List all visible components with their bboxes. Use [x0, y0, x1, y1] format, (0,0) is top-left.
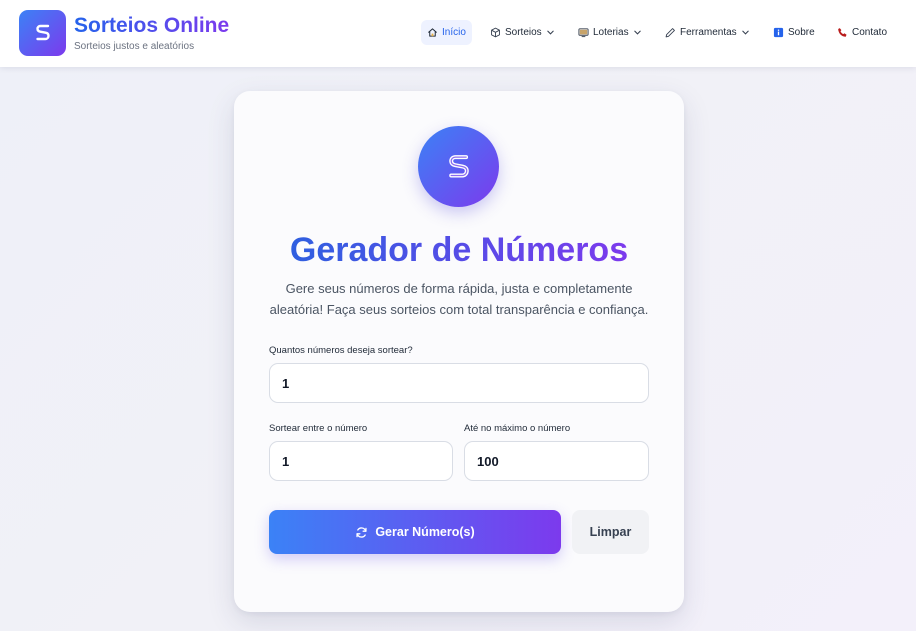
quantity-input[interactable] — [269, 363, 649, 403]
main-nav: Início Sorteios Loterias Ferramentas Sob… — [0, 20, 916, 45]
refresh-icon — [356, 526, 367, 538]
generate-button-label: Gerar Número(s) — [375, 525, 475, 539]
nav-item-label: Sobre — [788, 27, 815, 38]
nav-item-sorteios[interactable]: Sorteios — [484, 20, 561, 45]
s-logo-icon — [448, 154, 469, 177]
nav-item-inicio[interactable]: Início — [421, 20, 472, 45]
page-description: Gere seus números de forma rápida, justa… — [269, 281, 649, 317]
nav-item-label: Ferramentas — [680, 27, 737, 38]
clear-button[interactable]: Limpar — [572, 510, 649, 554]
nav-item-label: Início — [442, 27, 466, 38]
nav-item-contato[interactable]: Contato — [831, 20, 893, 45]
generator-card: Gerador de Números Gere seus números de … — [234, 91, 684, 612]
chevron-down-icon — [741, 30, 749, 35]
site-header: Sorteios Online Sorteios justos e aleató… — [0, 0, 916, 67]
quantity-label: Quantos números deseja sortear? — [269, 345, 413, 356]
monitor-icon — [578, 28, 589, 38]
min-number-label: Sortear entre o número — [269, 423, 368, 434]
min-number-input[interactable] — [269, 441, 453, 481]
nav-item-label: Loterias — [593, 27, 629, 38]
chevron-down-icon — [546, 30, 554, 35]
home-icon — [428, 28, 437, 37]
card-logo — [418, 126, 499, 207]
nav-item-loterias[interactable]: Loterias — [572, 20, 648, 45]
cube-icon — [491, 27, 500, 38]
nav-item-label: Sorteios — [505, 27, 542, 38]
phone-icon — [838, 28, 847, 37]
nav-item-ferramentas[interactable]: Ferramentas — [659, 20, 756, 45]
generate-button[interactable]: Gerar Número(s) — [269, 510, 561, 554]
nav-item-label: Contato — [852, 27, 888, 38]
page-title: Gerador de Números — [289, 231, 629, 269]
chevron-down-icon — [633, 30, 641, 35]
nav-item-sobre[interactable]: Sobre — [767, 20, 821, 45]
pencil-icon — [665, 28, 675, 38]
max-number-label: Até no máximo o número — [464, 423, 571, 434]
max-number-input[interactable] — [464, 441, 649, 481]
info-icon — [773, 27, 784, 38]
